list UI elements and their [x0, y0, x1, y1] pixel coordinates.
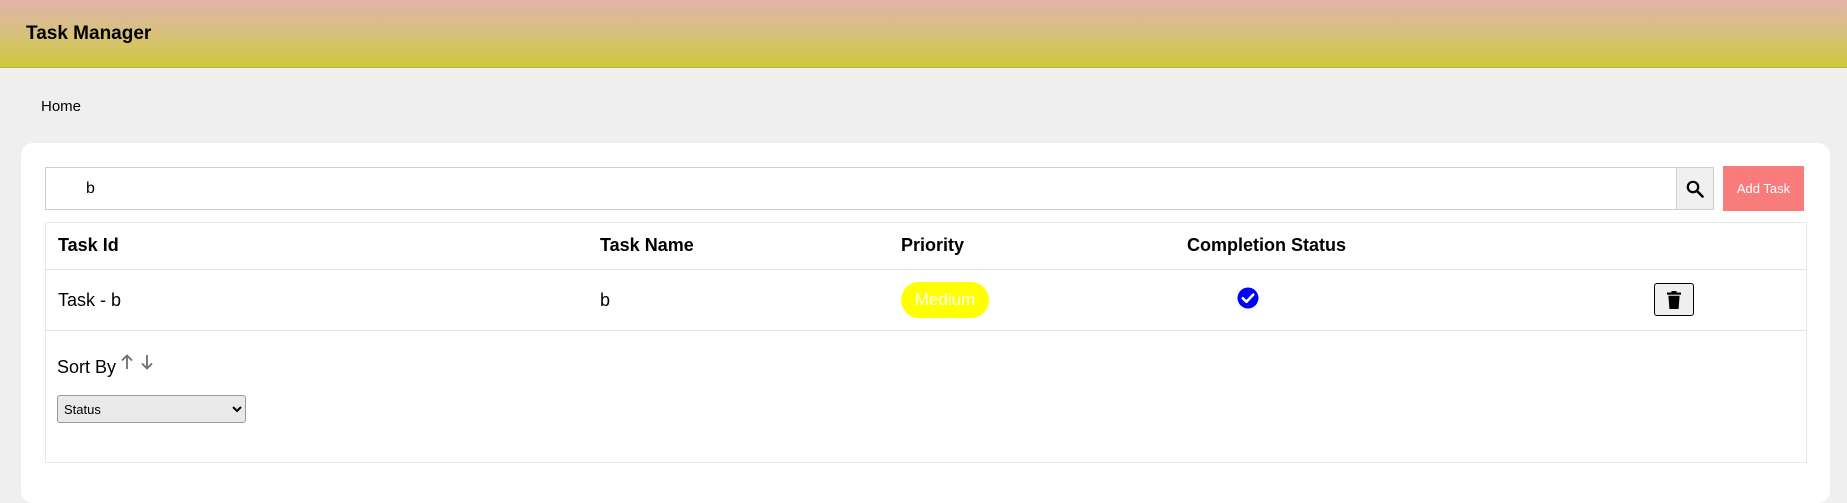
delete-task-button[interactable] [1654, 283, 1694, 316]
search-input[interactable] [45, 167, 1676, 210]
add-task-button[interactable]: Add Task [1723, 166, 1804, 211]
task-table [45, 222, 1807, 463]
table-row-divider [45, 330, 1807, 331]
check-circle-icon [1237, 287, 1259, 309]
priority-badge: Medium [901, 282, 989, 318]
header-priority: Priority [901, 235, 965, 255]
search-icon [1686, 180, 1704, 198]
cell-task-name: b [600, 290, 611, 310]
trash-icon [1667, 290, 1681, 309]
cell-task-id: Task - b [58, 290, 122, 310]
top-header-bar: Task Manager [0, 0, 1847, 68]
search-button[interactable] [1676, 167, 1714, 210]
app-title: Task Manager [26, 23, 152, 44]
breadcrumb-home[interactable]: Home [41, 98, 81, 115]
table-row-divider [45, 269, 1807, 270]
sort-by-select[interactable]: Status [57, 395, 246, 423]
header-task-id: Task Id [58, 235, 119, 255]
header-task-name: Task Name [600, 235, 694, 255]
arrow-up-icon[interactable] [119, 353, 135, 371]
sort-by-label: Sort By [57, 357, 117, 377]
arrow-down-icon[interactable] [139, 353, 155, 371]
header-completion-status: Completion Status [1187, 235, 1347, 255]
